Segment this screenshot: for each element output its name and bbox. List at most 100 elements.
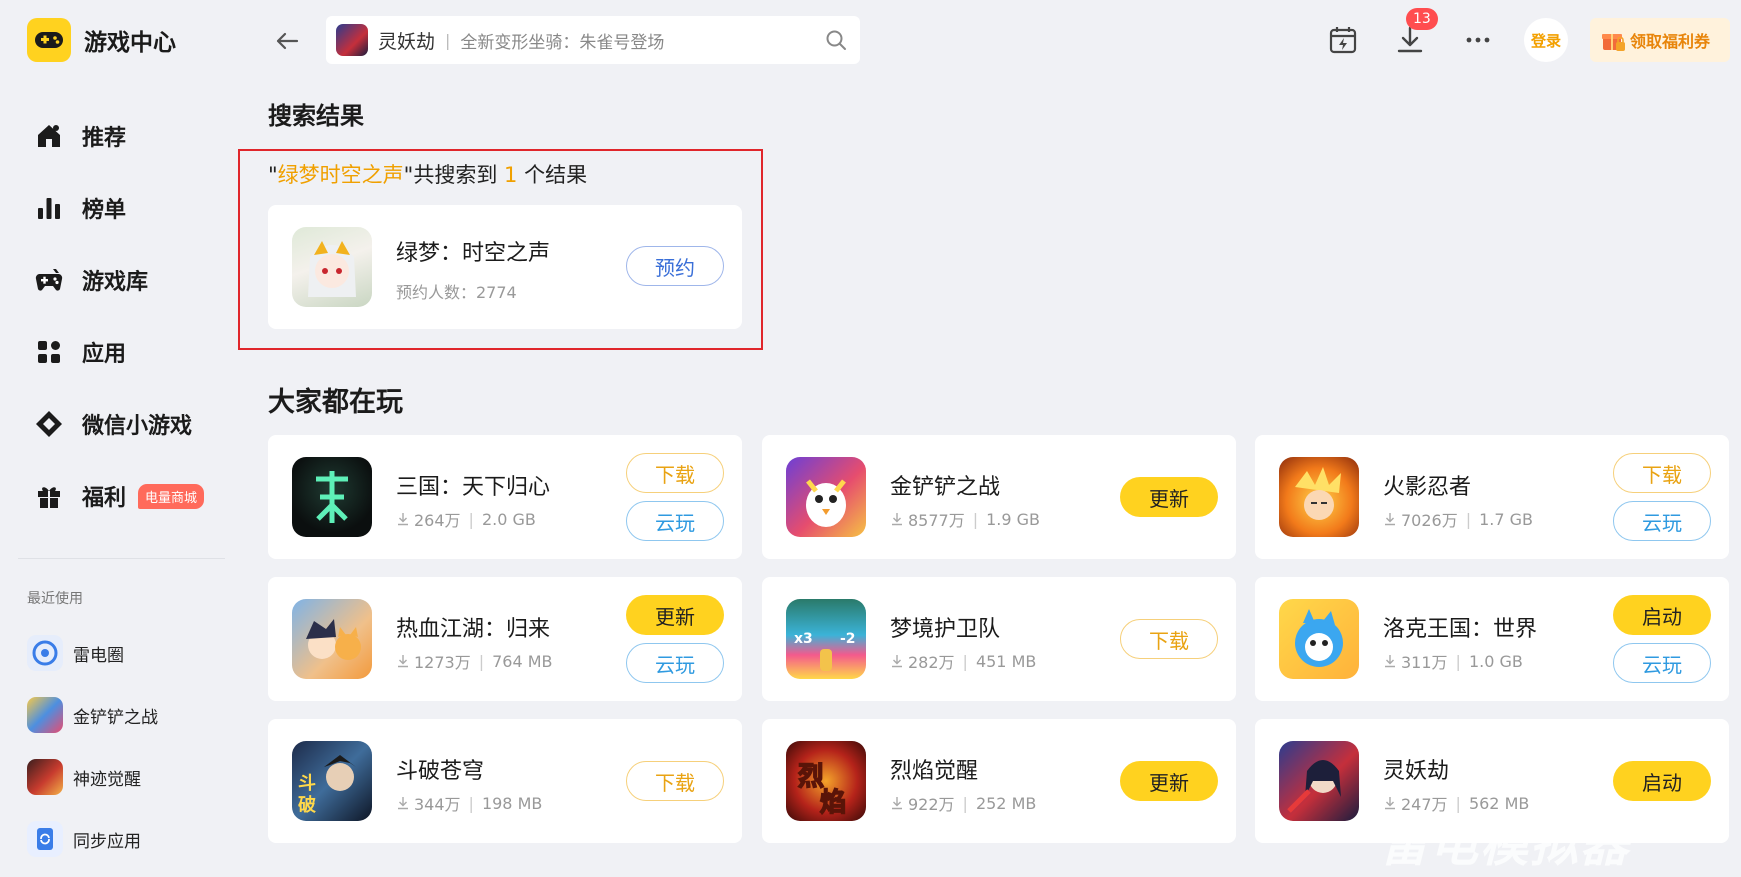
meta-divider: |: [468, 793, 474, 813]
game-size: 198 MB: [481, 793, 543, 813]
recent-list: 雷电圈 金铲铲之战 神迹觉醒 同步应用: [27, 622, 158, 870]
download-count: 264万: [414, 511, 461, 530]
game-size: 252 MB: [975, 793, 1037, 813]
download-count-badge: 13: [1406, 8, 1438, 30]
sidebar-item-apps[interactable]: 应用: [34, 316, 204, 388]
game-meta: 282万 | 451 MB: [890, 649, 1036, 673]
cloud-play-button[interactable]: 云玩: [626, 501, 724, 541]
gamepad-logo-icon: [27, 18, 71, 62]
sidebar-item-label: 应用: [82, 342, 127, 367]
recent-title: 最近使用: [27, 591, 83, 607]
sidebar-item-wechat-games[interactable]: 微信小游戏: [34, 388, 204, 460]
apps-icon: [34, 337, 64, 367]
recent-item-leidian-circle[interactable]: 雷电圈: [27, 622, 158, 684]
gift-icon: [34, 481, 64, 511]
recent-item-shenji[interactable]: 神迹觉醒: [27, 746, 158, 808]
download-count-icon: [892, 655, 902, 668]
cloud-play-button[interactable]: 云玩: [1613, 501, 1711, 541]
download-count-icon: [398, 797, 408, 810]
download-count: 922万: [908, 795, 955, 814]
download-count-icon: [1385, 655, 1395, 668]
update-button[interactable]: 更新: [626, 595, 724, 635]
download-count-icon: [892, 513, 902, 526]
game-card-sanguo[interactable]: 三国：天下归心 264万 | 2.0 GB 下载 云玩: [268, 435, 742, 559]
download-count: 311万: [1401, 653, 1448, 672]
cloud-play-button[interactable]: 云玩: [626, 643, 724, 683]
sidebar-item-label: 榜单: [82, 198, 127, 223]
game-card-lieyan[interactable]: 烈焰 烈焰觉醒 922万 | 252 MB 更新: [762, 719, 1236, 843]
recent-item-label: 神迹觉醒: [73, 769, 141, 790]
mengjing-game-icon: x3 -2: [786, 599, 866, 679]
game-meta: 922万 | 252 MB: [890, 791, 1036, 815]
game-card-rexue[interactable]: 热血江湖：归来 1273万 | 764 MB 更新 云玩: [268, 577, 742, 701]
download-count: 1273万: [414, 653, 471, 672]
recent-item-label: 金铲铲之战: [73, 707, 158, 728]
game-size: 451 MB: [975, 651, 1037, 671]
game-card-doupo[interactable]: 斗破 斗破苍穹 344万 | 198 MB 下载: [268, 719, 742, 843]
back-arrow-icon[interactable]: [272, 26, 302, 56]
game-meta: 1273万 | 764 MB: [396, 649, 553, 673]
game-card-mengjing[interactable]: x3 -2 梦境护卫队 282万 | 451 MB 下载: [762, 577, 1236, 701]
game-name: 三国：天下归心: [396, 475, 551, 500]
search-game-thumbnail: [336, 24, 368, 56]
mall-badge: 电量商城: [138, 483, 205, 509]
popular-section-title: 大家都在玩: [268, 387, 403, 418]
game-card-naruto[interactable]: 火影忍者 7026万 | 1.7 GB 下载 云玩: [1255, 435, 1729, 559]
sidebar-item-game-library[interactable]: 游戏库: [34, 244, 204, 316]
summary-end: 个结果: [524, 163, 588, 187]
sidebar-item-label: 福利: [82, 486, 127, 511]
recent-item-jcc[interactable]: 金铲铲之战: [27, 684, 158, 746]
recent-item-label: 雷电圈: [73, 645, 124, 666]
search-result-card[interactable]: 绿梦：时空之声 预约人数：2774 预约: [268, 205, 742, 329]
doupo-game-icon: 斗破: [292, 741, 372, 821]
download-button[interactable]: 下载: [1120, 619, 1218, 659]
game-card-roco[interactable]: 洛克王国：世界 311万 | 1.0 GB 启动 云玩: [1255, 577, 1729, 701]
home-icon: [34, 121, 64, 151]
game-name: 灵妖劫: [1383, 759, 1450, 784]
search-separator: |: [445, 30, 451, 50]
sidebar-item-ranking[interactable]: 榜单: [34, 172, 204, 244]
sidebar-item-recommend[interactable]: 推荐: [34, 100, 204, 172]
game-name: 热血江湖：归来: [396, 617, 551, 642]
reserve-button[interactable]: 预约: [626, 246, 724, 286]
launch-button[interactable]: 启动: [1613, 595, 1711, 635]
login-button[interactable]: 登录: [1524, 18, 1568, 62]
jcc-game-icon: [27, 697, 63, 733]
download-button[interactable]: 下载: [1613, 453, 1711, 493]
game-size: 1.0 GB: [1468, 651, 1523, 671]
download-button[interactable]: 下载: [626, 453, 724, 493]
download-count: 344万: [414, 795, 461, 814]
result-count: 1: [504, 163, 518, 187]
sidebar-item-label: 推荐: [82, 126, 127, 151]
app-title: 游戏中心: [84, 30, 176, 56]
calendar-icon[interactable]: [1327, 24, 1359, 56]
search-game-name: 灵妖劫: [378, 30, 436, 53]
download-count-icon: [398, 513, 408, 526]
sidebar-nav: 推荐 榜单 游戏库 应用 微信小游戏 福利 电量商城: [34, 100, 205, 532]
claim-coupon-button[interactable]: 领取福利券: [1590, 18, 1730, 62]
game-card-jcc[interactable]: 金铲铲之战 8577万 | 1.9 GB 更新: [762, 435, 1236, 559]
sidebar-item-welfare[interactable]: 福利 电量商城: [34, 460, 205, 532]
search-hint: 全新变形坐骑：朱雀号登场: [460, 32, 665, 53]
search-icon[interactable]: [824, 28, 848, 52]
leidian-circle-icon: [27, 635, 63, 671]
sidebar-item-label: 微信小游戏: [82, 414, 193, 439]
update-button[interactable]: 更新: [1120, 761, 1218, 801]
game-meta: 311万 | 1.0 GB: [1383, 649, 1523, 673]
recent-item-sync-apps[interactable]: 同步应用: [27, 808, 158, 870]
svg-text:-2: -2: [840, 631, 856, 647]
more-icon[interactable]: [1462, 24, 1494, 56]
lingyao-game-icon: [1279, 741, 1359, 821]
roco-game-icon: [1279, 599, 1359, 679]
app-logo[interactable]: 游戏中心: [27, 18, 176, 62]
game-meta: 8577万 | 1.9 GB: [890, 507, 1040, 531]
game-size: 2.0 GB: [481, 509, 536, 529]
download-button[interactable]: 下载: [626, 761, 724, 801]
download-count-icon: [398, 655, 408, 668]
quote-close: ": [403, 163, 414, 187]
launch-button[interactable]: 启动: [1613, 761, 1711, 801]
update-button[interactable]: 更新: [1120, 477, 1218, 517]
search-bar[interactable]: 灵妖劫 | 全新变形坐骑：朱雀号登场: [326, 16, 860, 64]
reserve-count: 预约人数：2774: [396, 283, 517, 302]
cloud-play-button[interactable]: 云玩: [1613, 643, 1711, 683]
